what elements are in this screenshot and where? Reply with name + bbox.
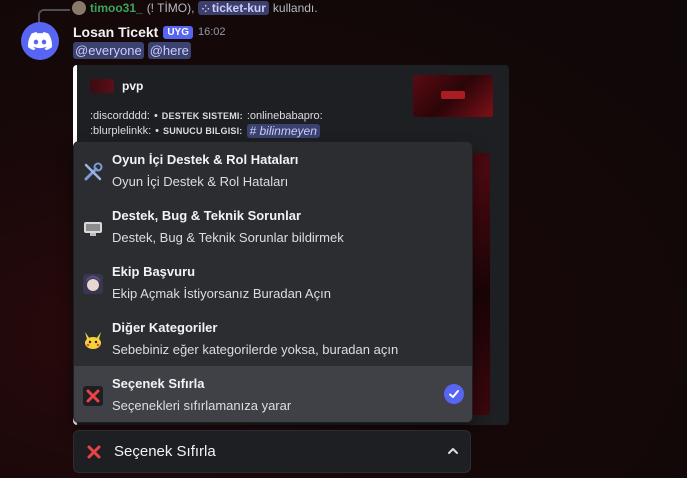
mention-everyone[interactable]: @everyone	[73, 42, 144, 59]
reply-verb: kullandı.	[272, 1, 318, 15]
emoji-discord: :discordddd:	[90, 110, 150, 122]
server-info-label: SUNUCU BILGISI:	[163, 126, 243, 136]
mentions: @everyone @here	[73, 42, 191, 59]
embed-line-2: :blurplelinkk: • SUNUCU BILGISI: # bilin…	[90, 124, 320, 138]
embed-author: pvp	[90, 79, 143, 93]
pikachu-icon	[81, 328, 105, 352]
app-badge: UYG	[163, 25, 193, 39]
emoji-online: :onlinebabapro:	[246, 110, 323, 122]
option-label: Destek, Bug & Teknik Sorunlar	[112, 208, 302, 223]
computer-icon	[81, 216, 105, 240]
option-team-apply[interactable]: Ekip Başvuru Ekip Açmak İstiyorsanız Bur…	[74, 254, 472, 310]
option-description: Ekip Açmak İstiyorsanız Buradan Açın	[112, 286, 331, 301]
bullet: •	[155, 125, 159, 137]
option-tech-support[interactable]: Destek, Bug & Teknik Sorunlar Destek, Bu…	[74, 198, 472, 254]
checkmark-icon	[444, 384, 464, 404]
author-name[interactable]: Losan Ticekt	[73, 24, 158, 40]
select-value: Seçenek Sıfırla	[114, 443, 216, 460]
embed-line-1: :discordddd: • DESTEK SISTEMI: :onlineba…	[90, 110, 323, 122]
option-label: Ekip Başvuru	[112, 264, 196, 279]
emoji-link: :blurplelinkk:	[90, 125, 152, 137]
option-description: Seçenekleri sıfırlamanıza yarar	[112, 398, 292, 413]
timestamp[interactable]: 16:02	[198, 26, 226, 38]
embed-author-name: pvp	[122, 79, 144, 93]
bullet: •	[153, 110, 158, 122]
message-header: Losan Ticekt UYG 16:02	[73, 24, 226, 40]
reply-nickname: (! TİMO),	[146, 1, 195, 15]
option-other-categories[interactable]: Diğer Kategoriler Sebebiniz eğer kategor…	[74, 310, 472, 366]
reply-username[interactable]: timoo31_	[90, 1, 143, 15]
option-reset[interactable]: Seçenek Sıfırla Seçenekleri sıfırlamanız…	[74, 366, 472, 422]
x-icon	[84, 442, 104, 462]
reply-context[interactable]: timoo31_ (! TİMO), ⁘ ticket-kur kullandı.	[72, 0, 318, 16]
option-description: Sebebiniz eğer kategorilerde yoksa, bura…	[112, 342, 399, 357]
anime-avatar-icon	[81, 272, 105, 296]
embed-author-icon	[90, 79, 114, 93]
slash-command-icon: ⁘	[201, 4, 210, 15]
option-description: Oyun İçi Destek & Rol Hataları	[112, 174, 289, 189]
chevron-up-icon	[446, 444, 460, 461]
command-mention[interactable]: ⁘ ticket-kur	[198, 1, 269, 15]
embed-thumbnail[interactable]	[413, 75, 493, 117]
select-menu[interactable]: Seçenek Sıfırla	[73, 430, 471, 473]
option-game-support[interactable]: Oyun İçi Destek & Rol Hataları Oyun İçi …	[74, 142, 472, 198]
channel-mention[interactable]: # bilinmeyen	[246, 124, 320, 138]
option-label: Diğer Kategoriler	[112, 320, 218, 335]
tools-icon	[81, 160, 105, 184]
reply-connector	[38, 9, 70, 23]
option-label: Seçenek Sıfırla	[112, 376, 205, 391]
support-system-label: DESTEK SISTEMI:	[161, 111, 243, 121]
select-menu-dropdown: Oyun İçi Destek & Rol Hataları Oyun İçi …	[73, 141, 473, 423]
option-description: Destek, Bug & Teknik Sorunlar bildirmek	[112, 230, 344, 245]
command-name: ticket-kur	[211, 1, 266, 15]
mention-here[interactable]: @here	[147, 42, 191, 59]
x-icon	[81, 384, 105, 408]
discord-logo-icon	[28, 32, 52, 50]
bot-avatar[interactable]	[21, 22, 59, 60]
option-label: Oyun İçi Destek & Rol Hataları	[112, 152, 299, 167]
reply-avatar[interactable]	[72, 1, 86, 15]
